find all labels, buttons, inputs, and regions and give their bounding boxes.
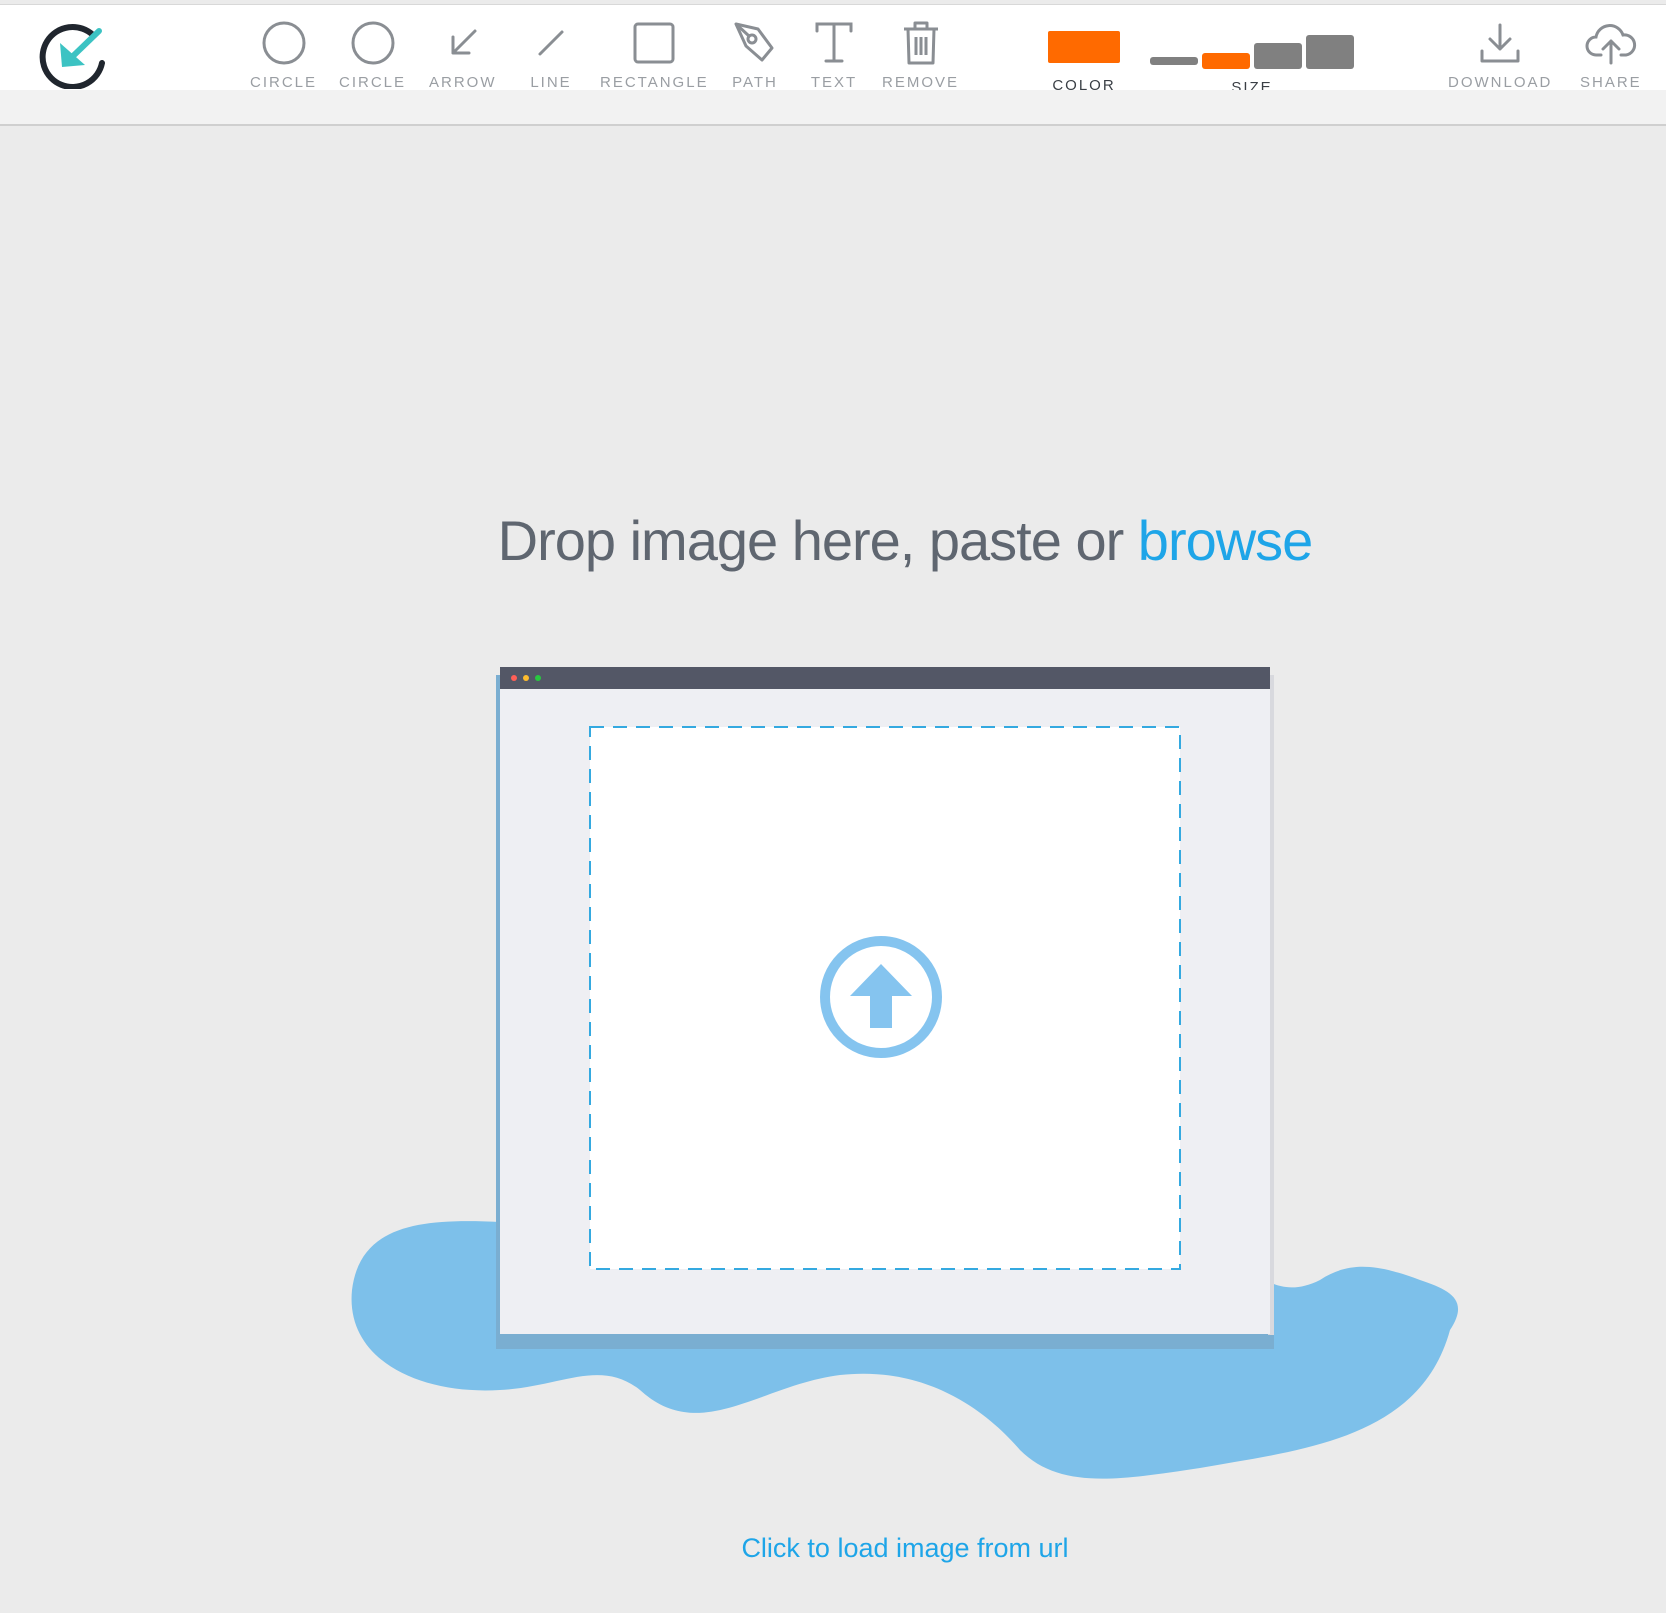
- window-dot-yellow: [523, 675, 529, 681]
- window-dot-red: [511, 675, 517, 681]
- window-dot-green: [535, 675, 541, 681]
- load-from-url-link[interactable]: Click to load image from url: [0, 1533, 1666, 1564]
- window-titlebar: [500, 667, 1270, 689]
- upload-illustration: [351, 667, 1459, 1479]
